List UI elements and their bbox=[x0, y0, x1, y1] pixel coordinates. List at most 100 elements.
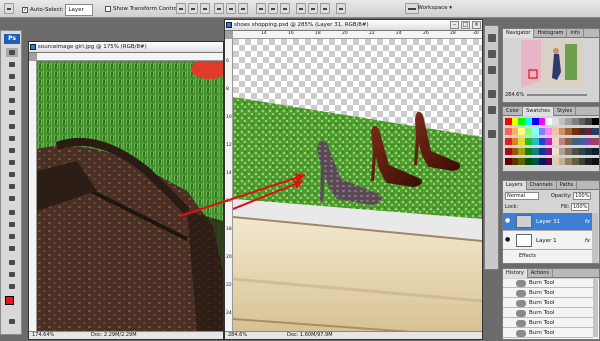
tab-styles[interactable]: Styles bbox=[554, 107, 577, 116]
distribute-middle-button[interactable] bbox=[268, 3, 278, 14]
auto-align-button[interactable] bbox=[336, 3, 346, 14]
document-title-bar[interactable]: shoes shopping.psd @ 285% (Layer 31, RGB… bbox=[225, 20, 482, 31]
ruler-tick-label: 20 bbox=[342, 31, 348, 36]
align-middle-button[interactable] bbox=[188, 3, 198, 14]
clone-source-icon[interactable] bbox=[488, 66, 496, 74]
ruler-tick-label: 8 bbox=[226, 87, 229, 92]
tab-channels[interactable]: Channels bbox=[527, 181, 557, 190]
show-transform-checkbox[interactable] bbox=[105, 5, 111, 12]
opacity-input[interactable]: 100% bbox=[573, 192, 592, 200]
hand-tool-icon[interactable] bbox=[6, 270, 18, 279]
tab-layers[interactable]: Layers bbox=[503, 181, 527, 190]
align-right-button[interactable] bbox=[238, 3, 248, 14]
eyedropper-tool-icon[interactable] bbox=[6, 108, 18, 117]
quick-mask-icon[interactable] bbox=[6, 317, 18, 326]
layer-row-layer-31[interactable]: ● Layer 31 fx bbox=[503, 213, 593, 231]
eraser-tool-icon[interactable] bbox=[6, 170, 18, 179]
vertical-ruler bbox=[29, 61, 37, 331]
marquee-tool-icon[interactable] bbox=[6, 60, 18, 69]
shape-tool-icon[interactable] bbox=[6, 244, 18, 253]
annotation-arrow bbox=[179, 173, 306, 217]
tab-paths[interactable]: Paths bbox=[557, 181, 578, 190]
distribute-right-button[interactable] bbox=[320, 3, 330, 14]
navigator-zoom-slider[interactable] bbox=[527, 94, 587, 96]
move-tool-icon[interactable] bbox=[6, 48, 18, 57]
tab-histogram[interactable]: Histogram bbox=[534, 29, 568, 38]
history-item[interactable]: Burn Tool bbox=[503, 299, 593, 308]
history-item[interactable]: Burn Tool bbox=[503, 309, 593, 318]
tab-swatches[interactable]: Swatches bbox=[523, 107, 554, 116]
tools-preset-icon[interactable] bbox=[488, 34, 496, 42]
align-bottom-button[interactable] bbox=[200, 3, 210, 14]
align-top-button[interactable] bbox=[176, 3, 186, 14]
tab-navigator[interactable]: Navigator bbox=[503, 29, 535, 38]
brush-tool-icon[interactable] bbox=[6, 134, 18, 143]
brushes-icon[interactable] bbox=[488, 50, 496, 58]
lasso-tool-icon[interactable] bbox=[6, 72, 18, 81]
document-icon bbox=[226, 22, 232, 28]
foreground-color-swatch[interactable] bbox=[5, 296, 14, 305]
distribute-left-button[interactable] bbox=[296, 3, 306, 14]
history-brush-tool-icon[interactable] bbox=[6, 158, 18, 167]
adjustments-icon[interactable] bbox=[488, 130, 496, 138]
tab-color[interactable]: Color bbox=[503, 107, 524, 116]
layer-row-layer-1[interactable]: ● Layer 1 fx bbox=[503, 232, 593, 250]
fill-input[interactable]: 100% bbox=[570, 203, 590, 211]
healing-brush-tool-icon[interactable] bbox=[6, 122, 18, 131]
maximize-button[interactable]: □ bbox=[461, 21, 470, 29]
move-tool-preset-button[interactable] bbox=[4, 3, 14, 14]
clone-stamp-tool-icon[interactable] bbox=[6, 146, 18, 155]
color-swatch[interactable] bbox=[592, 148, 600, 155]
visibility-eye-icon[interactable]: ● bbox=[505, 237, 513, 243]
color-swatch[interactable] bbox=[592, 138, 600, 145]
distribute-bottom-button[interactable] bbox=[280, 3, 290, 14]
history-item[interactable]: Burn Tool bbox=[503, 319, 593, 328]
blend-mode-select[interactable]: Normal bbox=[505, 192, 539, 200]
navigator-zoom-value[interactable]: 284.6% bbox=[505, 92, 524, 98]
swatches-panel: Color Swatches Styles bbox=[502, 106, 600, 172]
ruler-tick-label: 10 bbox=[226, 115, 232, 120]
distribute-center-button[interactable] bbox=[308, 3, 318, 14]
color-swatch[interactable] bbox=[592, 158, 600, 165]
history-item[interactable]: Burn Tool bbox=[503, 329, 593, 338]
character-icon[interactable] bbox=[488, 90, 496, 98]
paragraph-icon[interactable] bbox=[488, 106, 496, 114]
show-transform-option[interactable]: Show Transform Controls bbox=[105, 4, 181, 14]
visibility-eye-icon[interactable]: ● bbox=[505, 218, 513, 224]
minimize-button[interactable]: – bbox=[450, 21, 459, 29]
auto-select-dropdown[interactable]: Layer bbox=[65, 4, 94, 16]
auto-select-option[interactable]: ✓ Auto-Select: Layer bbox=[22, 4, 94, 16]
layer-effects-icon[interactable]: fx bbox=[585, 213, 590, 231]
document-title-bar[interactable]: sourceimage girl.jpg @ 175% (RGB/8#) bbox=[29, 42, 223, 53]
close-button[interactable]: × bbox=[472, 21, 481, 29]
align-center-button[interactable] bbox=[226, 3, 236, 14]
crop-tool-icon[interactable] bbox=[6, 96, 18, 105]
workspace-menu[interactable]: Workspace ▾ bbox=[417, 3, 452, 14]
auto-select-checkbox[interactable]: ✓ bbox=[22, 6, 28, 13]
path-selection-tool-icon[interactable] bbox=[6, 232, 18, 241]
color-swatch[interactable] bbox=[592, 128, 600, 135]
color-swatch[interactable] bbox=[592, 118, 600, 125]
burn-tool-icon bbox=[516, 320, 526, 327]
history-item[interactable]: Burn Tool bbox=[503, 289, 593, 298]
3d-rotate-tool-icon[interactable] bbox=[6, 258, 18, 267]
opacity-label: Opacity: bbox=[551, 193, 572, 199]
history-item[interactable]: Burn Tool bbox=[503, 279, 593, 288]
tab-actions[interactable]: Actions bbox=[528, 269, 554, 278]
type-tool-icon[interactable] bbox=[6, 220, 18, 229]
layers-scrollbar[interactable] bbox=[592, 213, 598, 263]
tab-info[interactable]: Info bbox=[567, 29, 584, 38]
pen-tool-icon[interactable] bbox=[6, 208, 18, 217]
ruler-tick-label: 6 bbox=[226, 59, 229, 64]
align-left-button[interactable] bbox=[214, 3, 224, 14]
gradient-tool-icon[interactable] bbox=[6, 182, 18, 191]
tab-history[interactable]: History bbox=[503, 269, 528, 278]
burn-tool-icon bbox=[516, 330, 526, 337]
navigator-preview[interactable] bbox=[521, 40, 583, 88]
history-scrollbar[interactable] bbox=[593, 279, 598, 337]
distribute-top-button[interactable] bbox=[256, 3, 266, 14]
layer-effects-icon[interactable]: fx bbox=[585, 232, 590, 250]
quick-select-tool-icon[interactable] bbox=[6, 84, 18, 93]
zoom-tool-icon[interactable] bbox=[6, 282, 18, 291]
dodge-tool-icon[interactable] bbox=[6, 194, 18, 203]
